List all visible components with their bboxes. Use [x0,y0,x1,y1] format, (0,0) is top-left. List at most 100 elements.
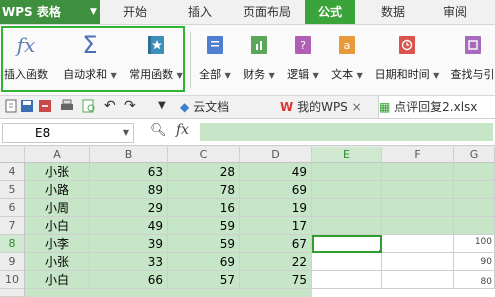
table-cell[interactable]: 89 [90,181,168,199]
row-header[interactable]: 6 [0,199,25,217]
table-cell[interactable]: 80 [454,271,495,289]
table-cell[interactable] [312,217,382,235]
table-cell[interactable] [312,163,382,181]
clock-book-icon [399,36,415,54]
table-cell[interactable]: 小白 [25,217,90,235]
row-header[interactable]: 7 [0,217,25,235]
table-cell[interactable] [382,181,454,199]
table-cell[interactable]: 57 [168,271,240,289]
new-file-icon[interactable] [4,99,18,113]
undo-icon[interactable]: ↶ [104,98,116,114]
tab-formulas[interactable]: 公式 [305,0,355,24]
table-cell[interactable] [312,271,382,289]
table-cell[interactable] [382,271,454,289]
column-header-g[interactable]: G [454,147,495,163]
column-header-a[interactable]: A [25,147,90,163]
print-preview-icon[interactable] [82,99,96,113]
table-cell[interactable]: 28 [168,163,240,181]
column-header-f[interactable]: F [382,147,454,163]
print-icon[interactable] [60,99,74,113]
row-header[interactable]: 10 [0,271,25,289]
doc-tab-cloud[interactable]: ◆ 云文档 [180,96,229,118]
table-cell[interactable]: 67 [240,235,312,253]
table-cell[interactable]: 19 [240,199,312,217]
column-header-c[interactable]: C [168,147,240,163]
table-cell[interactable] [312,199,382,217]
fx-label[interactable]: fx [176,122,189,138]
tab-insert[interactable]: 插入 [175,0,225,24]
save-icon[interactable] [20,99,34,113]
table-cell[interactable] [382,163,454,181]
table-cell[interactable] [382,199,454,217]
table-cell[interactable]: 63 [90,163,168,181]
app-menu-button[interactable]: WPS 表格 ▼ [0,0,100,24]
row-header[interactable]: 4 [0,163,25,181]
tab-home[interactable]: 开始 [110,0,160,24]
cloud-docs-icon: ◆ [180,100,190,114]
tab-page-layout[interactable]: 页面布局 [232,0,302,24]
table-cell[interactable] [312,181,382,199]
tab-review[interactable]: 审阅 [430,0,480,24]
close-icon[interactable]: × [352,100,362,114]
column-header-e[interactable]: E [312,147,382,163]
finance-button[interactable]: 财务 ▼ [239,30,279,92]
table-cell[interactable]: 小张 [25,253,90,271]
table-cell[interactable]: 90 [454,253,495,271]
table-cell[interactable]: 69 [240,181,312,199]
table-cell[interactable]: 小路 [25,181,90,199]
row-header[interactable] [0,289,25,297]
table-cell[interactable]: 78 [168,181,240,199]
table-cell[interactable]: 39 [90,235,168,253]
column-header-d[interactable]: D [240,147,312,163]
table-cell[interactable] [454,163,495,181]
table-cell[interactable]: 小李 [25,235,90,253]
chevron-down-icon: ▼ [433,71,440,80]
redo-icon[interactable]: ↷ [124,98,136,114]
active-cell-e8[interactable] [312,235,382,253]
table-cell[interactable]: 59 [168,217,240,235]
datetime-button[interactable]: 日期和时间 ▼ [371,30,443,92]
lookup-button[interactable]: 查找与引 [450,30,495,92]
doc-tab-file[interactable]: ▦ 点评回复2.xlsx [378,96,495,118]
name-box[interactable]: E8 ▼ [2,123,134,143]
row-header[interactable]: 9 [0,253,25,271]
table-cell[interactable]: 16 [168,199,240,217]
datetime-label: 日期和时间 [374,68,430,81]
finance-label: 财务 [243,68,266,81]
table-cell[interactable] [382,253,454,271]
zoom-search-icon[interactable]: 🔍︎ [150,123,167,138]
table-cell[interactable]: 22 [240,253,312,271]
column-header-b[interactable]: B [90,147,168,163]
row-header[interactable]: 5 [0,181,25,199]
table-cell[interactable] [312,253,382,271]
table-cell[interactable] [382,235,454,253]
table-cell[interactable]: 17 [240,217,312,235]
table-cell[interactable] [382,217,454,235]
export-pdf-icon[interactable] [38,99,52,113]
table-cell[interactable]: 59 [168,235,240,253]
table-cell[interactable]: 66 [90,271,168,289]
table-cell[interactable]: 小白 [25,271,90,289]
table-cell[interactable]: 100 [454,235,495,253]
table-cell[interactable]: 33 [90,253,168,271]
doc-tab-mywps[interactable]: W 我的WPS × [280,96,362,118]
table-cell[interactable]: 49 [90,217,168,235]
formula-input[interactable] [200,123,493,141]
table-cell[interactable]: 69 [168,253,240,271]
table-cell[interactable]: 49 [240,163,312,181]
table-cell[interactable]: 小张 [25,163,90,181]
tab-data[interactable]: 数据 [368,0,418,24]
all-functions-button[interactable]: 全部 ▼ [195,30,235,92]
text-button[interactable]: a 文本 ▼ [327,30,367,92]
logic-button[interactable]: ? 逻辑 ▼ [283,30,323,92]
table-cell[interactable]: 75 [240,271,312,289]
table-cell[interactable] [454,199,495,217]
table-cell[interactable]: 小周 [25,199,90,217]
row-header-selected[interactable]: 8 [0,235,25,253]
quick-access-dropdown-icon[interactable]: ▼ [158,100,166,111]
select-all-corner[interactable] [0,147,25,163]
table-cell[interactable] [454,181,495,199]
logic-label: 逻辑 [287,68,310,81]
table-cell[interactable]: 29 [90,199,168,217]
chevron-down-icon: ▼ [356,71,363,80]
